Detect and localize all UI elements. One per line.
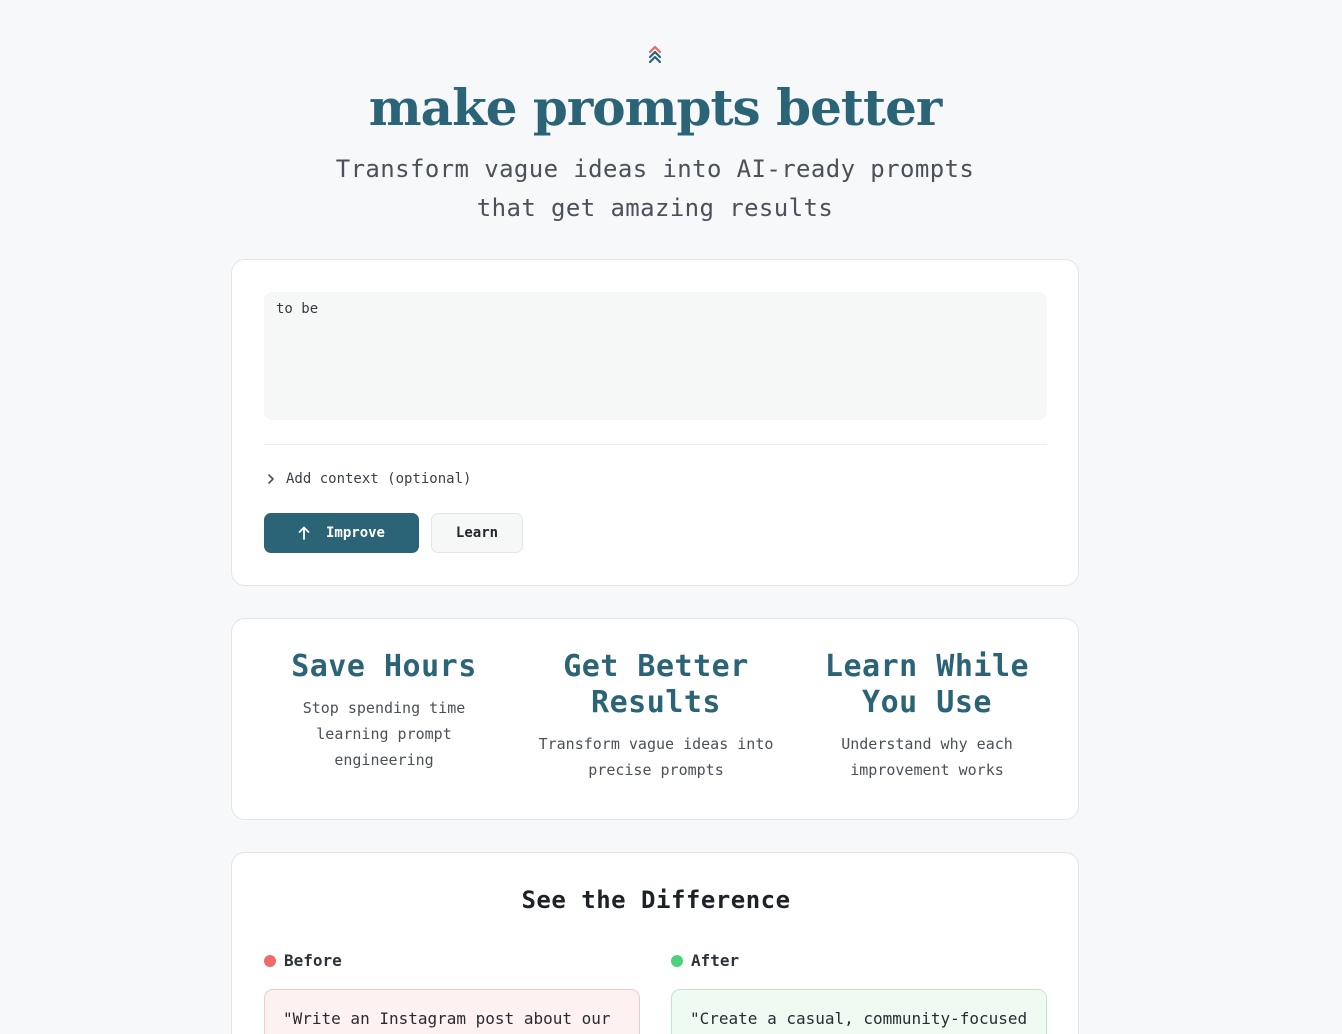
- double-chevron-up-icon: [648, 45, 662, 64]
- learn-button-label: Learn: [455, 525, 499, 541]
- learn-button[interactable]: Learn: [431, 513, 523, 553]
- feature-title: Save Hours: [291, 649, 477, 684]
- divider: [264, 444, 1047, 445]
- green-dot-icon: [671, 954, 683, 967]
- after-label: After: [691, 951, 740, 970]
- feature-better-results: Get Better Results Transform vague ideas…: [536, 649, 776, 783]
- page-subtitle: Transform vague ideas into AI-ready prom…: [330, 150, 980, 228]
- before-label: Before: [284, 951, 342, 970]
- after-example: "Create a casual, community-focused: [671, 989, 1047, 1034]
- arrow-up-icon: [298, 526, 310, 540]
- improve-button[interactable]: Improve: [264, 513, 419, 553]
- difference-title: See the Difference: [521, 886, 791, 914]
- difference-card: See the Difference Before After "Write a…: [231, 852, 1079, 1034]
- features-card: Save Hours Stop spending time learning p…: [231, 618, 1079, 820]
- feature-save-hours: Save Hours Stop spending time learning p…: [264, 649, 504, 773]
- feature-title: Get Better Results: [563, 649, 749, 720]
- feature-description: Transform vague ideas into precise promp…: [538, 735, 774, 779]
- subtitle-line-2: that get amazing results: [476, 194, 834, 222]
- prompt-input-card: to be Add context (optional) Improve Lea…: [231, 259, 1079, 586]
- after-legend: After: [671, 951, 739, 970]
- before-legend: Before: [264, 951, 342, 970]
- add-context-label: Add context (optional): [286, 471, 472, 487]
- red-dot-icon: [264, 954, 276, 967]
- subtitle-line-1: Transform vague ideas into AI-ready prom…: [335, 155, 975, 183]
- add-context-toggle[interactable]: Add context (optional): [266, 469, 471, 489]
- feature-description: Stop spending time learning prompt engin…: [302, 699, 466, 769]
- improve-button-label: Improve: [325, 525, 385, 541]
- feature-title: Learn While You Use: [824, 649, 1030, 720]
- before-example: "Write an Instagram post about our: [264, 989, 640, 1034]
- page-title: make prompts better: [368, 78, 942, 137]
- feature-learn-while-you-use: Learn While You Use Understand why each …: [807, 649, 1047, 783]
- chevron-right-icon: [268, 474, 274, 484]
- feature-description: Understand why each improvement works: [841, 735, 1013, 779]
- prompt-input[interactable]: to be: [264, 292, 1047, 420]
